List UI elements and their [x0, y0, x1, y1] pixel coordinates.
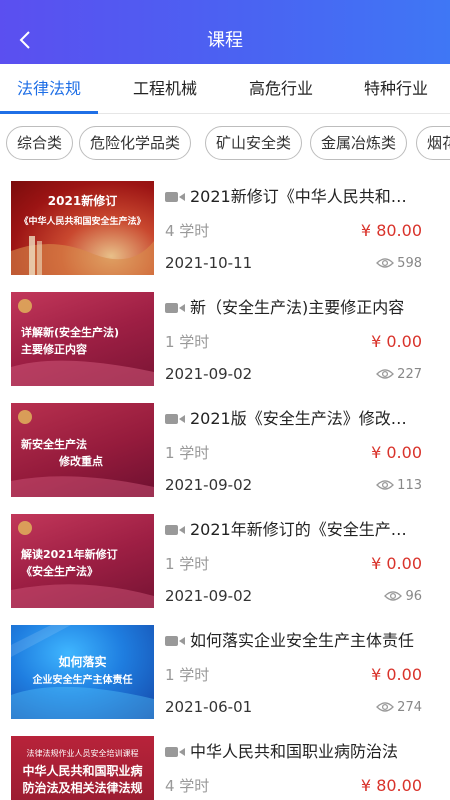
course-item[interactable]: 解读2021年新修订 《安全生产法》 2021年新修订的《安全生产法》 1 学时… — [0, 507, 450, 618]
course-item[interactable]: 如何落实 企业安全生产主体责任 如何落实企业安全生产主体责任 1 学时 ¥ 0.… — [0, 618, 450, 729]
view-count: 274 — [397, 700, 422, 715]
video-icon — [165, 747, 185, 757]
chip-mine-safety[interactable]: 矿山安全类 — [205, 126, 303, 160]
thumbnail-line1: 中华人民共和国职业病 — [22, 764, 143, 778]
course-thumbnail: 2021新修订 《中华人民共和国安全生产法》 — [11, 181, 154, 275]
course-date: 2021-10-11 — [165, 254, 253, 272]
video-icon — [165, 192, 185, 202]
view-count: 227 — [397, 367, 422, 382]
tab-special-industry[interactable]: 特种行业 — [364, 78, 428, 100]
chip-comprehensive[interactable]: 综合类 — [6, 126, 74, 160]
course-item[interactable]: 法律法规作业人员安全培训课程 中华人民共和国职业病 防治法及相关法律法规 中华人… — [0, 729, 450, 800]
thumbnail-decoration — [11, 625, 154, 719]
chip-metal-smelting[interactable]: 金属冶炼类 — [310, 126, 408, 160]
app-header: 课程 — [0, 0, 450, 64]
course-hours: 1 学时 — [165, 444, 210, 462]
course-list: 2021新修订 《中华人民共和国安全生产法》 2021新修订《中华人民共和国安全… — [0, 174, 450, 800]
thumbnail-line2: 防治法及相关法律法规 — [22, 781, 143, 795]
course-item[interactable]: 新安全生产法 修改重点 2021版《安全生产法》修改重点 1 学时 ¥ 0.00… — [0, 396, 450, 507]
tab-high-risk-industry[interactable]: 高危行业 — [249, 78, 313, 100]
eye-icon — [376, 702, 394, 712]
page-title: 课程 — [207, 30, 243, 51]
course-title: 中华人民共和国职业病防治法 — [190, 742, 399, 761]
tab-laws[interactable]: 法律法规 — [17, 78, 81, 100]
course-hours: 1 学时 — [165, 555, 210, 573]
thumbnail-line1: 解读2021年新修订 — [21, 548, 118, 561]
course-price: ¥ 0.00 — [371, 554, 422, 573]
thumbnail-line2: 《安全生产法》 — [21, 565, 98, 578]
video-icon — [165, 303, 185, 313]
tab-engineering-machinery[interactable]: 工程机械 — [133, 78, 197, 100]
thumbnail-line1: 新安全生产法 — [21, 438, 87, 451]
course-price: ¥ 0.00 — [371, 665, 422, 684]
video-icon — [165, 525, 185, 535]
thumbnail-line1: 2021新修订 — [47, 194, 118, 208]
course-price: ¥ 80.00 — [360, 221, 422, 240]
video-icon — [165, 414, 185, 424]
thumbnail-line2: 主要修正内容 — [21, 343, 87, 356]
course-hours: 1 学时 — [165, 666, 210, 684]
course-date: 2021-09-02 — [165, 587, 253, 605]
thumbnail-line0: 法律法规作业人员安全培训课程 — [26, 749, 139, 758]
course-title: 2021新修订《中华人民共和国安全生产法》 — [190, 187, 420, 206]
course-hours: 1 学时 — [165, 333, 210, 351]
course-title: 如何落实企业安全生产主体责任 — [190, 631, 415, 650]
chip-hazardous-chemicals[interactable]: 危险化学品类 — [79, 126, 192, 160]
course-title: 2021年新修订的《安全生产法》 — [190, 520, 420, 539]
course-item[interactable]: 详解新(安全生产法) 主要修正内容 新（安全生产法)主要修正内容 1 学时 ¥ … — [0, 285, 450, 396]
eye-icon — [376, 369, 394, 379]
course-thumbnail: 新安全生产法 修改重点 — [11, 403, 154, 497]
thumbnail-line1: 详解新(安全生产法) — [21, 326, 120, 339]
course-date: 2021-09-02 — [165, 476, 253, 494]
view-count: 96 — [405, 589, 422, 604]
course-hours: 4 学时 — [165, 222, 210, 240]
course-thumbnail: 解读2021年新修订 《安全生产法》 — [11, 514, 154, 608]
course-hours: 4 学时 — [165, 777, 210, 795]
category-tabs: 法律法规 工程机械 高危行业 特种行业 — [0, 64, 450, 114]
chip-fireworks[interactable]: 烟花 — [416, 126, 450, 160]
course-item[interactable]: 2021新修订 《中华人民共和国安全生产法》 2021新修订《中华人民共和国安全… — [0, 174, 450, 285]
course-thumbnail: 如何落实 企业安全生产主体责任 — [11, 625, 154, 719]
thumbnail-line2: 企业安全生产主体责任 — [32, 675, 133, 686]
course-title: 新（安全生产法)主要修正内容 — [190, 298, 405, 317]
course-date: 2021-09-02 — [165, 365, 253, 383]
view-count: 598 — [397, 256, 422, 271]
course-price: ¥ 0.00 — [371, 443, 422, 462]
eye-icon — [376, 480, 394, 490]
course-price: ¥ 0.00 — [371, 332, 422, 351]
course-price: ¥ 80.00 — [360, 776, 422, 795]
course-title: 2021版《安全生产法》修改重点 — [190, 409, 420, 428]
course-thumbnail: 详解新(安全生产法) 主要修正内容 — [11, 292, 154, 386]
video-icon — [165, 636, 185, 646]
course-thumbnail: 法律法规作业人员安全培训课程 中华人民共和国职业病 防治法及相关法律法规 — [11, 736, 154, 800]
thumbnail-line1: 如何落实 — [58, 655, 107, 669]
eye-icon — [376, 258, 394, 268]
course-date: 2021-06-01 — [165, 698, 253, 716]
view-count: 113 — [397, 478, 422, 493]
eye-icon — [384, 591, 402, 601]
subcategory-chips: 综合类 危险化学品类 矿山安全类 金属冶炼类 烟花 — [0, 114, 450, 174]
thumbnail-line2: 《中华人民共和国安全生产法》 — [19, 217, 146, 227]
thumbnail-line2: 修改重点 — [59, 455, 103, 468]
